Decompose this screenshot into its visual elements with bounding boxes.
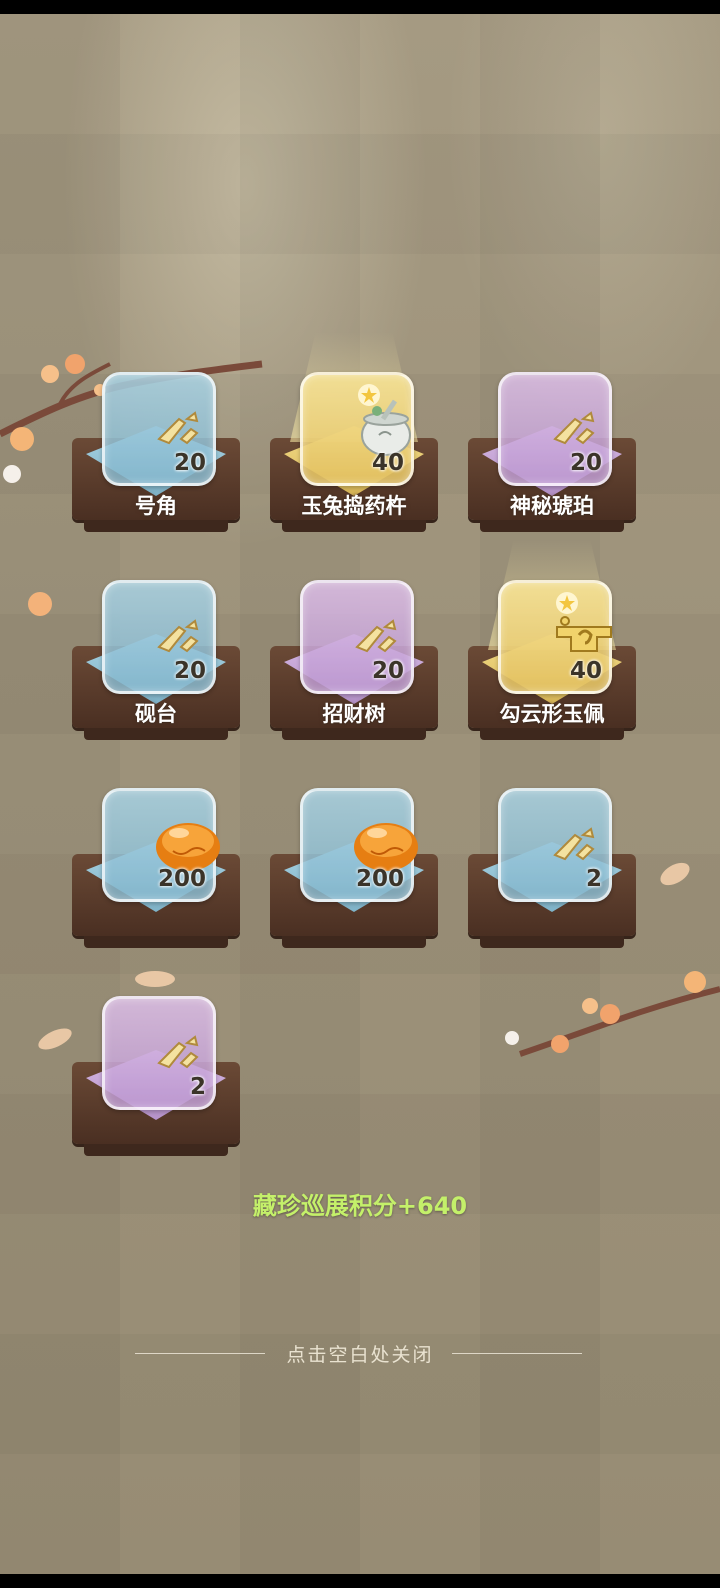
shard-icon [355, 619, 411, 655]
jade-pendant-icon [549, 607, 619, 665]
shard-icon [157, 619, 213, 655]
star-badge-icon [555, 591, 579, 615]
reward-count: 20 [569, 450, 602, 476]
petal-decoration [28, 592, 52, 616]
reward-card[interactable]: 40 玉兔捣药杵 [270, 332, 438, 532]
petal-decoration [135, 971, 175, 987]
reward-count: 2 [189, 1074, 206, 1100]
star-badge-icon [357, 383, 381, 407]
shard-icon [157, 1035, 213, 1071]
shard-icon [553, 411, 609, 447]
reward-count: 40 [371, 450, 404, 476]
reward-count: 200 [355, 866, 404, 892]
tap-blank-to-close-hint[interactable]: 点击空白处关闭 [0, 1340, 720, 1367]
reward-label: 号角 [135, 494, 177, 518]
reward-card[interactable]: 40 勾云形玉佩 [468, 540, 636, 740]
reward-card[interactable]: 20 招财树 [270, 580, 438, 740]
reward-count: 200 [157, 866, 206, 892]
reward-label: 勾云形玉佩 [499, 702, 605, 726]
reward-label: 玉兔捣药杵 [301, 494, 407, 518]
reward-card[interactable]: 200 [72, 788, 240, 948]
reward-count: 20 [371, 658, 404, 684]
plum-branch-right-decoration [505, 971, 720, 1057]
jade-mortar-icon [351, 399, 421, 457]
reward-count: 20 [173, 658, 206, 684]
amber-stone-icon [153, 815, 223, 873]
exhibition-points-text: 藏珍巡展积分+640 [252, 1192, 468, 1220]
shard-icon [157, 411, 213, 447]
petal-decoration [660, 862, 690, 886]
reward-card[interactable]: 2 [468, 788, 636, 948]
reward-label: 砚台 [135, 702, 177, 726]
reward-count: 40 [569, 658, 602, 684]
reward-card[interactable]: 2 [72, 996, 240, 1156]
reward-card[interactable]: 20 砚台 [72, 580, 240, 740]
reward-card[interactable]: 20 号角 [72, 372, 240, 532]
reward-label: 招财树 [322, 702, 386, 726]
reward-count: 2 [585, 866, 602, 892]
divider-line-right [452, 1353, 582, 1354]
reward-card[interactable]: 200 [270, 788, 438, 948]
reward-count: 20 [173, 450, 206, 476]
reward-card[interactable]: 20 神秘琥珀 [468, 372, 636, 532]
reward-popup[interactable]: 20 号角 40 玉兔捣药杵 20 神秘琥珀 20 砚台 20 招财树 40 勾云形玉佩 200 200 2… [0, 14, 720, 1574]
reward-label: 神秘琥珀 [510, 494, 594, 518]
shard-icon [553, 827, 609, 863]
amber-stone-icon [351, 815, 421, 873]
